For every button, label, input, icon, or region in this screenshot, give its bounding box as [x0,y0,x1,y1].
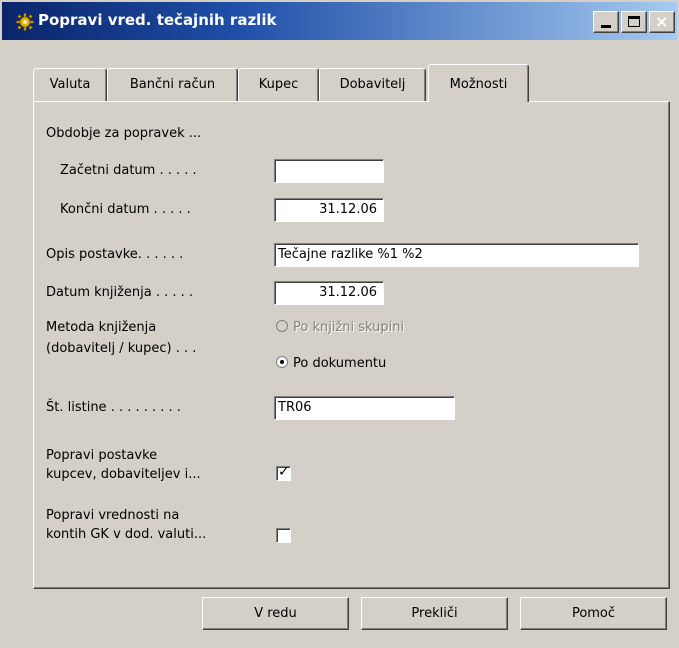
radio-by-posting-group-label: Po knjižni skupini [293,320,405,335]
help-button[interactable]: Pomoč [520,597,667,630]
window-title: Popravi vred. tečajnih razlik [38,11,277,29]
document-no-label: Št. listine . . . . . . . . . [46,400,181,415]
radio-selected-dot [280,360,284,364]
radio-by-document[interactable]: Po dokumentu [276,356,386,371]
tab-kupec[interactable]: Kupec [238,68,319,101]
start-date-label: Začetni datum . . . . . [60,163,197,178]
radio-button [276,320,288,332]
tab-valuta[interactable]: Valuta [33,68,107,101]
posting-method-label-line2: (dobavitelj / kupec) . . . [46,341,197,356]
tab-moznosti[interactable]: Možnosti [428,64,529,102]
radio-by-document-label: Po dokumentu [293,356,387,371]
start-date-field[interactable] [274,159,384,183]
tab-bancni-racun[interactable]: Bančni račun [107,68,238,101]
title-bar[interactable]: Popravi vred. tečajnih razlik × [2,2,677,40]
radio-button [276,356,288,368]
radio-by-posting-group[interactable]: Po knjižni skupini [276,320,404,335]
close-icon: × [655,12,669,31]
posting-date-field[interactable]: 31.12.06 [274,281,384,305]
posting-date-label: Datum knjiženja . . . . . [46,285,194,300]
minimize-button[interactable] [593,11,619,33]
check-icon: ✓ [278,464,290,480]
adjust-gl-label: Popravi vrednosti na kontih GK v dod. va… [46,508,207,542]
end-date-field[interactable]: 31.12.06 [274,198,384,222]
minimize-icon [601,25,611,28]
maximize-icon [628,16,640,27]
tab-dobavitelj[interactable]: Dobavitelj [319,68,426,101]
adjust-gl-checkbox[interactable] [276,528,291,543]
period-heading: Obdobje za popravek ... [46,126,202,141]
adjust-entries-checkbox[interactable]: ✓ [276,464,291,481]
cancel-button[interactable]: Prekliči [361,597,508,630]
description-field[interactable]: Tečajne razlike %1 %2 [274,243,639,267]
dialog-window: Popravi vred. tečajnih razlik × Valuta B… [0,0,679,648]
description-label: Opis postavke. . . . . . [46,247,184,262]
close-button[interactable]: × [649,11,675,33]
posting-method-label-line1: Metoda knjiženja [46,320,157,335]
maximize-button[interactable] [621,11,647,33]
document-no-field[interactable]: TR06 [274,396,455,420]
end-date-label: Končni datum . . . . . [60,202,191,217]
ok-button[interactable]: V redu [202,597,349,630]
gear-icon [16,13,34,31]
adjust-entries-label: Popravi postavke kupcev, dobaviteljev i.… [46,448,201,482]
